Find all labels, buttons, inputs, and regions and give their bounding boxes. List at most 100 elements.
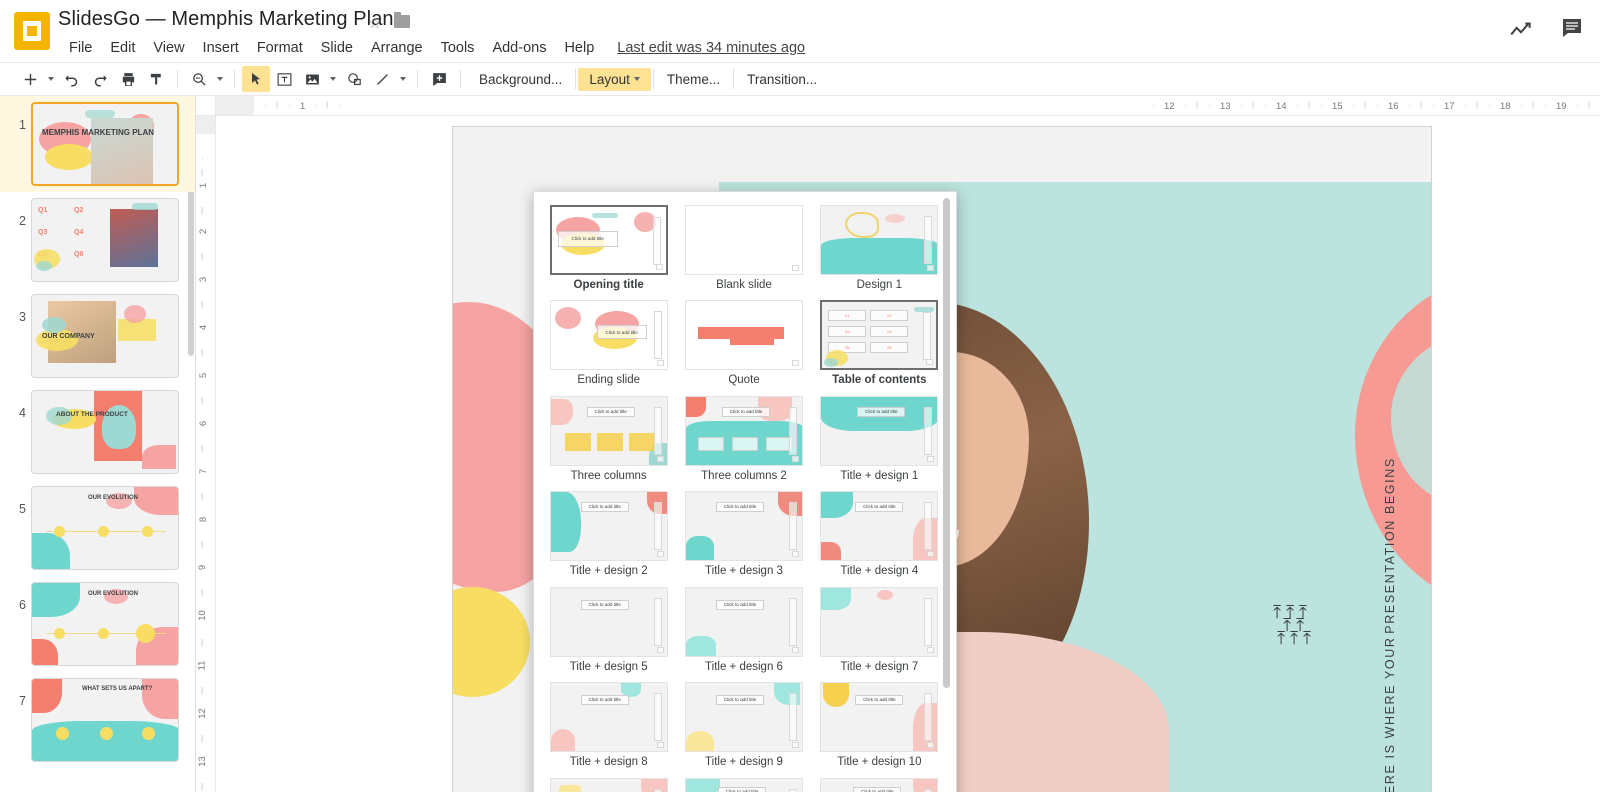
background-button[interactable]: Background... (468, 68, 573, 91)
trending-up-icon[interactable] (1508, 16, 1534, 42)
layout-option-title-design-10[interactable]: Click to add title Title + design 10 (817, 682, 942, 770)
layout-options-grid: Click to add title Opening title Blank s… (534, 192, 956, 792)
filmstrip-slide-5[interactable]: 5 OUR EVOLUTION (0, 480, 195, 576)
line-tool-button[interactable] (368, 66, 396, 92)
image-caret-icon[interactable] (326, 66, 340, 92)
menu-item-arrange[interactable]: Arrange (362, 38, 432, 58)
ruler-tick: 4 (198, 324, 210, 331)
canvas-vertical-scrollbar[interactable] (1587, 116, 1600, 792)
toolbar: Background... Layout Theme... Transition… (0, 62, 1600, 96)
line-caret-icon[interactable] (396, 66, 410, 92)
layout-option-blank-slide[interactable]: Blank slide (681, 205, 806, 293)
ruler-tick: 1 (300, 101, 306, 112)
last-edit-link[interactable]: Last edit was 34 minutes ago (617, 40, 805, 56)
layout-option-opening-title[interactable]: Click to add title Opening title (546, 205, 671, 293)
placeholder-title-text: Click to add title (580, 695, 629, 706)
layout-option-label: Table of contents (832, 374, 927, 387)
layout-option-title-design-1[interactable]: Click to add title Title + design 1 (817, 395, 942, 484)
layout-thumbnail: Click to add title (820, 682, 939, 753)
filmstrip-slide-6[interactable]: 6 OUR EVOLUTION (0, 576, 195, 672)
layout-option-title-design-8[interactable]: Click to add title Title + design 8 (546, 682, 671, 770)
filmstrip-slide-3[interactable]: 3 OUR COMPANY (0, 288, 195, 384)
layout-option-title-design-4[interactable]: Click to add title Title + design 4 (817, 491, 942, 579)
slide-vertical-tagline[interactable]: HERE IS WHERE YOUR PRESENTATION BEGINS (1383, 457, 1397, 792)
layout-option-three-columns[interactable]: Click to add title Three columns (546, 395, 671, 484)
layout-option-ending-slide[interactable]: Click to add title Ending slide (546, 300, 671, 388)
slide-thumbnail[interactable]: WHAT SETS US APART? (31, 678, 179, 762)
menu-item-format[interactable]: Format (248, 38, 312, 58)
layout-option-label: Title + design 4 (840, 565, 919, 578)
comment-icon[interactable] (1560, 16, 1586, 42)
placeholder-title-text: Click to add title (715, 695, 764, 706)
filmstrip-slide-7[interactable]: 7 WHAT SETS US APART? (0, 672, 195, 768)
slide-thumbnail[interactable]: Q1 Q2 Q3 Q4 Q5 Q6 (31, 198, 179, 282)
slide-thumbnail[interactable]: OUR EVOLUTION (31, 486, 179, 570)
layout-option-quote[interactable]: Quote (681, 300, 806, 388)
layout-option-title-design-7[interactable]: Title + design 7 (817, 586, 942, 675)
layout-option-title-design-3[interactable]: Click to add title Title + design 3 (681, 491, 806, 579)
textbox-tool-button[interactable] (270, 66, 298, 92)
menu-item-help[interactable]: Help (555, 38, 603, 58)
thumb-title-text: OUR EVOLUTION (88, 495, 139, 501)
layout-option-label: Title + design 6 (705, 660, 783, 673)
layout-panel-scrollbar-thumb[interactable] (943, 198, 950, 688)
layout-option-title-design-6[interactable]: Click to add title Title + design 6 (681, 586, 806, 675)
layout-option-title-design-9[interactable]: Click to add title Title + design 9 (681, 682, 806, 770)
layout-panel-scrollbar-track[interactable] (943, 194, 953, 792)
transition-button[interactable]: Transition... (736, 68, 828, 91)
folder-icon[interactable] (394, 12, 410, 28)
horizontal-ruler[interactable]: · | · 1 · | · · 12 · | · 13 · | · 14 · |… (216, 96, 1600, 116)
top-bar: SlidesGo — Memphis Marketing Plan ☆ File… (0, 0, 1600, 62)
image-tool-button[interactable] (298, 66, 326, 92)
ruler-tick: 12 (196, 708, 208, 719)
document-title[interactable]: SlidesGo — Memphis Marketing Plan (58, 8, 394, 31)
ruler-tick: 19 (1556, 101, 1567, 112)
layout-option-label: Quote (728, 374, 760, 387)
redo-button[interactable] (86, 66, 114, 92)
layout-option-title-design-2[interactable]: Click to add title Title + design 2 (546, 491, 671, 579)
filmstrip-slide-2[interactable]: 2 Q1 Q2 Q3 Q4 Q5 Q6 (0, 192, 195, 288)
menu-item-view[interactable]: View (144, 38, 193, 58)
filmstrip-slide-1[interactable]: 1 MEMPHIS MARKETING PLAN (0, 96, 195, 192)
new-slide-caret-icon[interactable] (44, 66, 58, 92)
print-button[interactable] (114, 66, 142, 92)
select-tool-button[interactable] (242, 66, 270, 92)
undo-button[interactable] (58, 66, 86, 92)
menu-item-insert[interactable]: Insert (194, 38, 248, 58)
ruler-tick: 7 (198, 468, 210, 475)
layout-option-title-design-12[interactable]: Click to add title Title + design 12 (681, 777, 806, 792)
slide-thumbnail[interactable]: OUR EVOLUTION (31, 582, 179, 666)
layout-option-table-of-contents[interactable]: 01 02 03 04 05 06 Table of contents (817, 300, 942, 388)
layout-button[interactable]: Layout (578, 67, 651, 91)
slide-thumbnail[interactable]: ABOUT THE PRODUCT (31, 390, 179, 474)
ruler-tick: 13 (1220, 101, 1231, 112)
layout-option-title-design-5[interactable]: Click to add title Title + design 5 (546, 586, 671, 675)
birds-decoration-icon: ⤒ ⤒ ⤒ ⤒ ⤒ ⤒ ⤒ ⤒ (1273, 602, 1311, 648)
layout-option-design-1[interactable]: Design 1 (817, 205, 942, 293)
menu-item-slide[interactable]: Slide (312, 38, 362, 58)
zoom-button[interactable] (185, 66, 213, 92)
star-icon[interactable]: ☆ (368, 14, 381, 32)
paint-format-button[interactable] (142, 66, 170, 92)
layout-option-title-design-13[interactable]: Click to add title Title + design 13 (817, 777, 942, 792)
layout-dropdown-panel[interactable]: Click to add title Opening title Blank s… (533, 191, 957, 792)
layout-option-title-design-11[interactable]: Title + design 11 (546, 777, 671, 792)
zoom-caret-icon[interactable] (213, 66, 227, 92)
menu-item-edit[interactable]: Edit (101, 38, 144, 58)
menu-item-addons[interactable]: Add-ons (483, 38, 555, 58)
add-comment-button[interactable] (425, 66, 453, 92)
filmstrip-slide-4[interactable]: 4 ABOUT THE PRODUCT (0, 384, 195, 480)
shape-tool-button[interactable] (340, 66, 368, 92)
slide-thumbnail[interactable]: OUR COMPANY (31, 294, 179, 378)
theme-button[interactable]: Theme... (656, 68, 731, 91)
layout-option-three-columns-2[interactable]: Click to add title Three columns 2 (681, 395, 806, 484)
vertical-ruler[interactable]: · | 1 | 2 | 3 | 4 | 5 | 6 | 7 | 8 | 9 | … (196, 116, 216, 792)
slide-number: 1 (19, 118, 26, 132)
slide-thumbnail[interactable]: MEMPHIS MARKETING PLAN (31, 102, 179, 186)
menu-item-file[interactable]: File (60, 38, 101, 58)
menu-item-tools[interactable]: Tools (432, 38, 484, 58)
slide-filmstrip[interactable]: 1 MEMPHIS MARKETING PLAN 2 Q1 Q2 Q3 Q4 Q… (0, 96, 196, 792)
layout-button-label: Layout (589, 71, 630, 87)
new-slide-button[interactable] (16, 66, 44, 92)
layout-option-label: Title + design 5 (569, 660, 648, 673)
